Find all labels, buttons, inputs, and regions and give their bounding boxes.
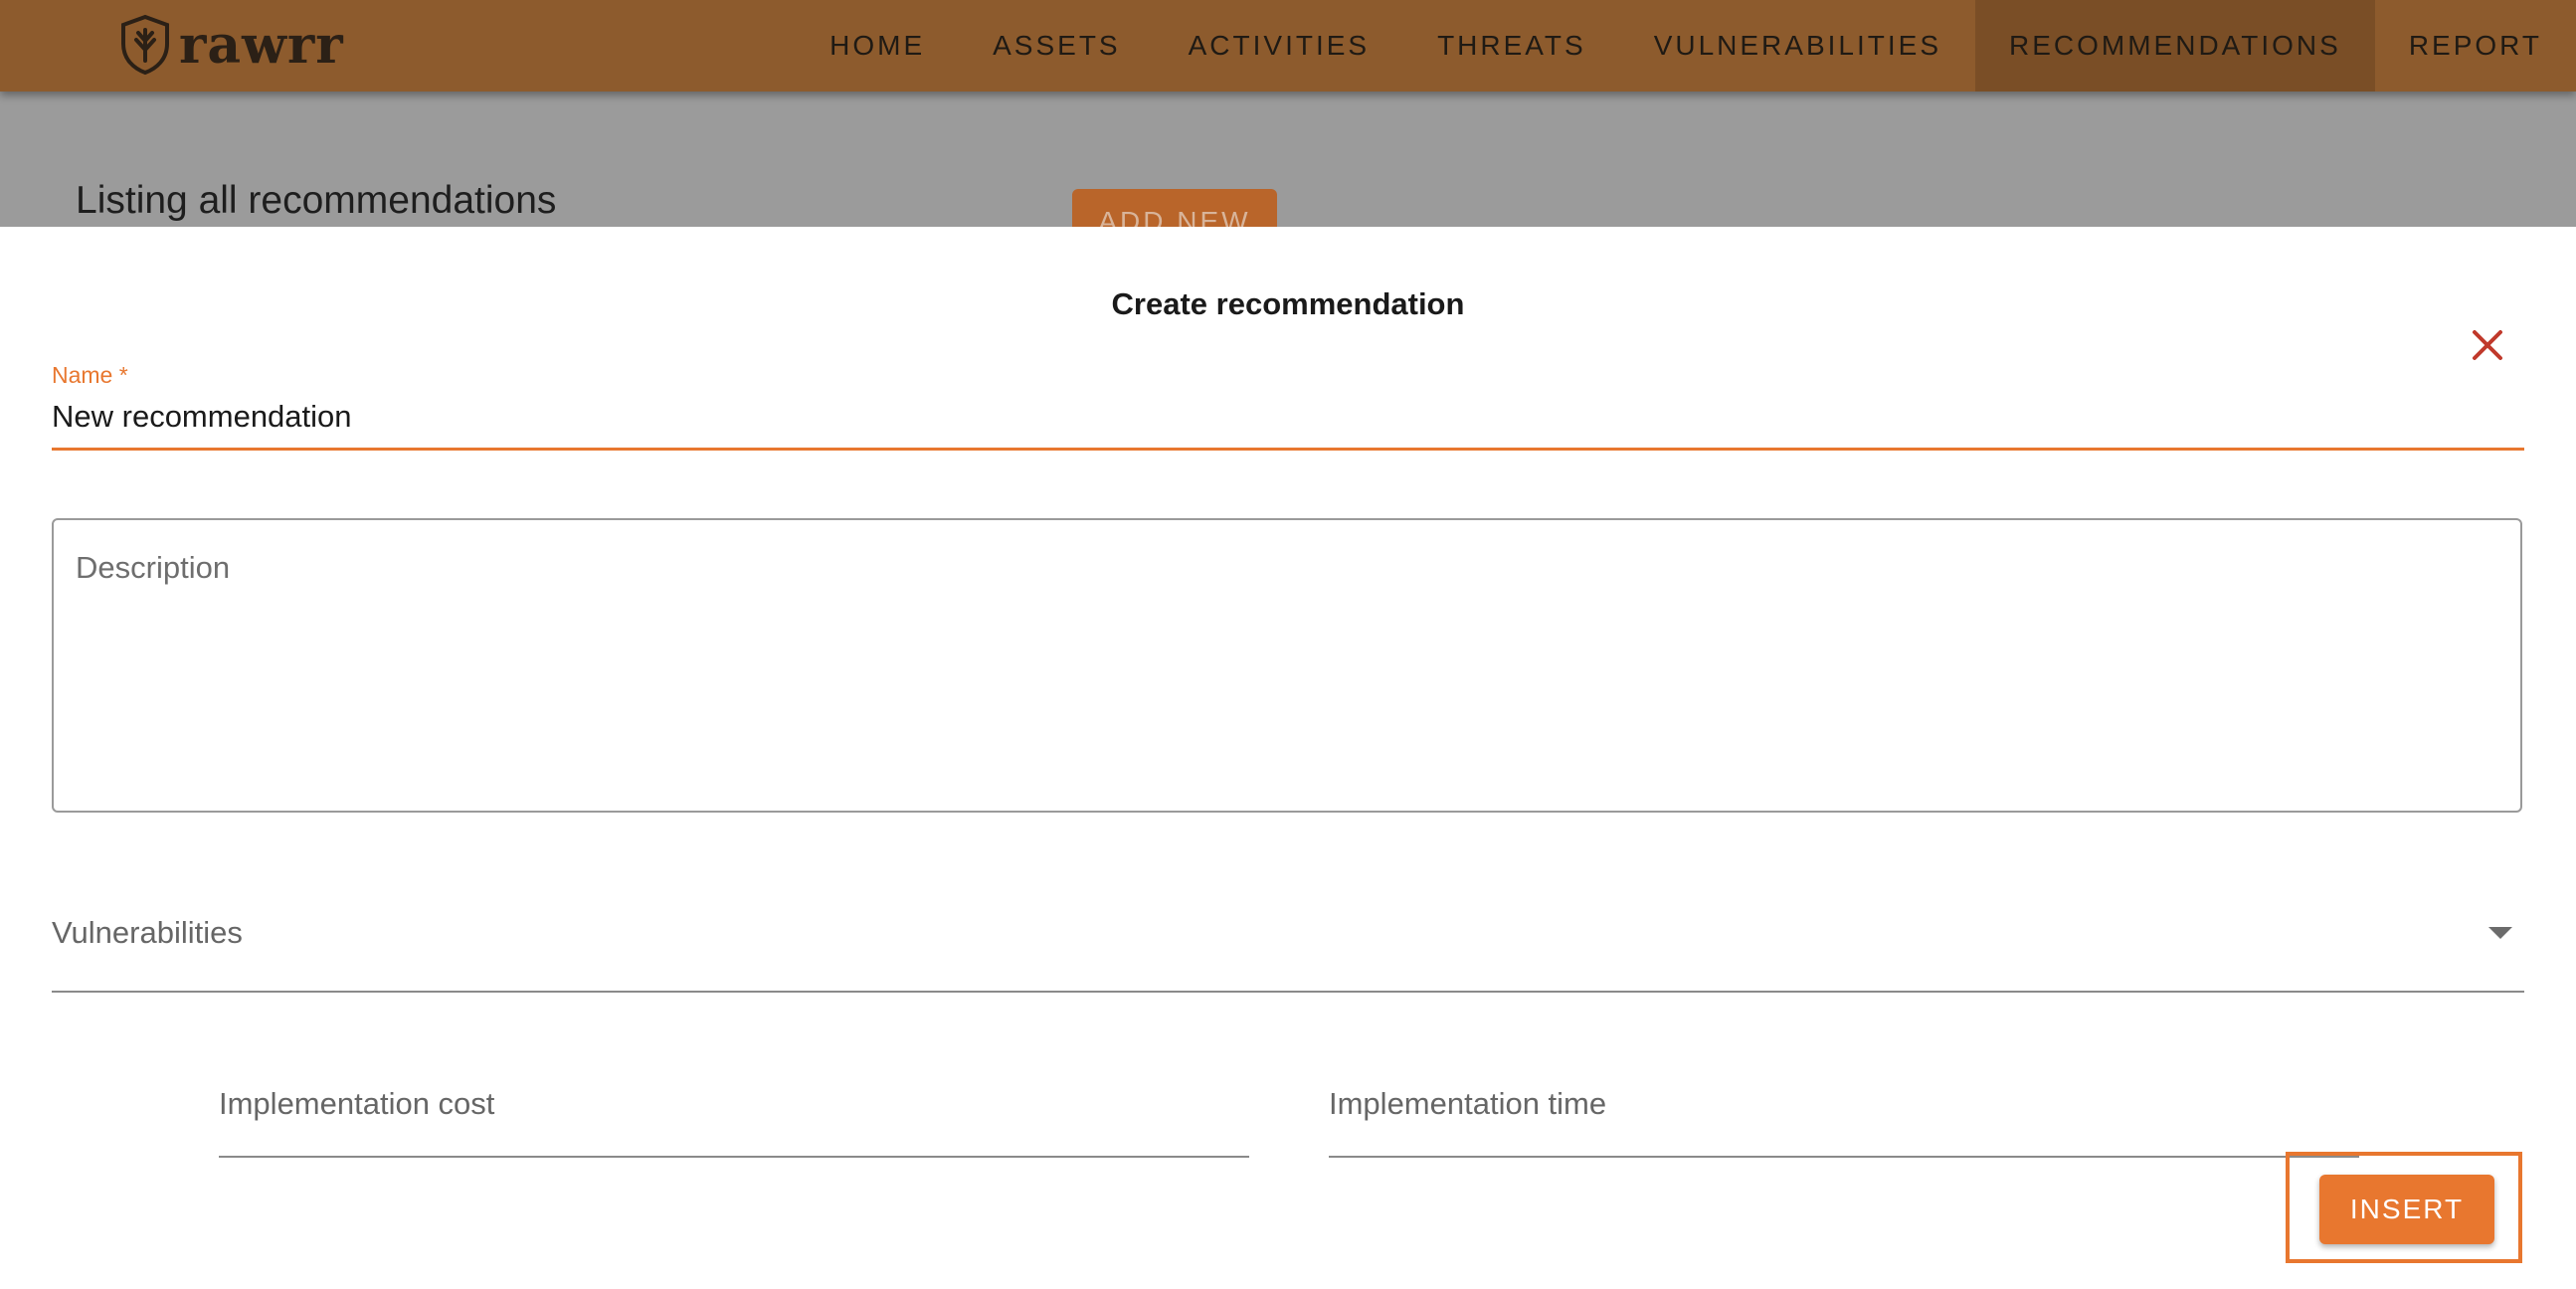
nav-item-threats[interactable]: THREATS — [1403, 0, 1620, 92]
nav-item-home[interactable]: HOME — [796, 0, 959, 92]
name-field-label: Name * — [52, 362, 128, 388]
shield-logo-icon — [121, 14, 169, 76]
implementation-time-input[interactable] — [1329, 1080, 2359, 1128]
implementation-cost-underline — [219, 1156, 1249, 1158]
close-icon — [2473, 330, 2502, 360]
description-textarea[interactable] — [76, 550, 2483, 789]
implementation-time-field — [1329, 1068, 2359, 1160]
nav-item-recommendations[interactable]: RECOMMENDATIONS — [1975, 0, 2375, 92]
implementation-cost-input[interactable] — [219, 1080, 1249, 1128]
background-page: Listing all recommendations ADD NEW — [0, 92, 2576, 334]
vulnerabilities-select-label: Vulnerabilities — [52, 915, 243, 950]
name-input[interactable] — [52, 394, 2524, 440]
create-recommendation-dialog: Create recommendation Name * Vulnerabili… — [0, 227, 2576, 1289]
nav-item-activities[interactable]: ACTIVITIES — [1155, 0, 1403, 92]
nav-menu: HOME ASSETS ACTIVITIES THREATS VULNERABI… — [796, 0, 2576, 92]
nav-item-assets[interactable]: ASSETS — [959, 0, 1154, 92]
logo-text: rawrr — [179, 14, 344, 76]
top-navbar: rawrr HOME ASSETS ACTIVITIES THREATS VUL… — [0, 0, 2576, 92]
nav-item-vulnerabilities[interactable]: VULNERABILITIES — [1620, 0, 1975, 92]
vulnerabilities-select[interactable]: Vulnerabilities — [52, 901, 2524, 993]
vulnerabilities-select-underline — [52, 991, 2524, 993]
page-title: Listing all recommendations — [76, 179, 557, 222]
app-logo[interactable]: rawrr — [119, 10, 344, 80]
description-field — [52, 518, 2522, 813]
nav-item-report[interactable]: REPORT — [2375, 0, 2576, 92]
close-button[interactable] — [2465, 322, 2510, 368]
name-field-underline — [52, 448, 2524, 451]
insert-button[interactable]: INSERT — [2319, 1175, 2494, 1244]
dialog-title: Create recommendation — [1111, 286, 1465, 321]
implementation-cost-field — [219, 1068, 1249, 1160]
chevron-down-icon[interactable] — [2488, 927, 2512, 939]
implementation-time-underline — [1329, 1156, 2359, 1158]
